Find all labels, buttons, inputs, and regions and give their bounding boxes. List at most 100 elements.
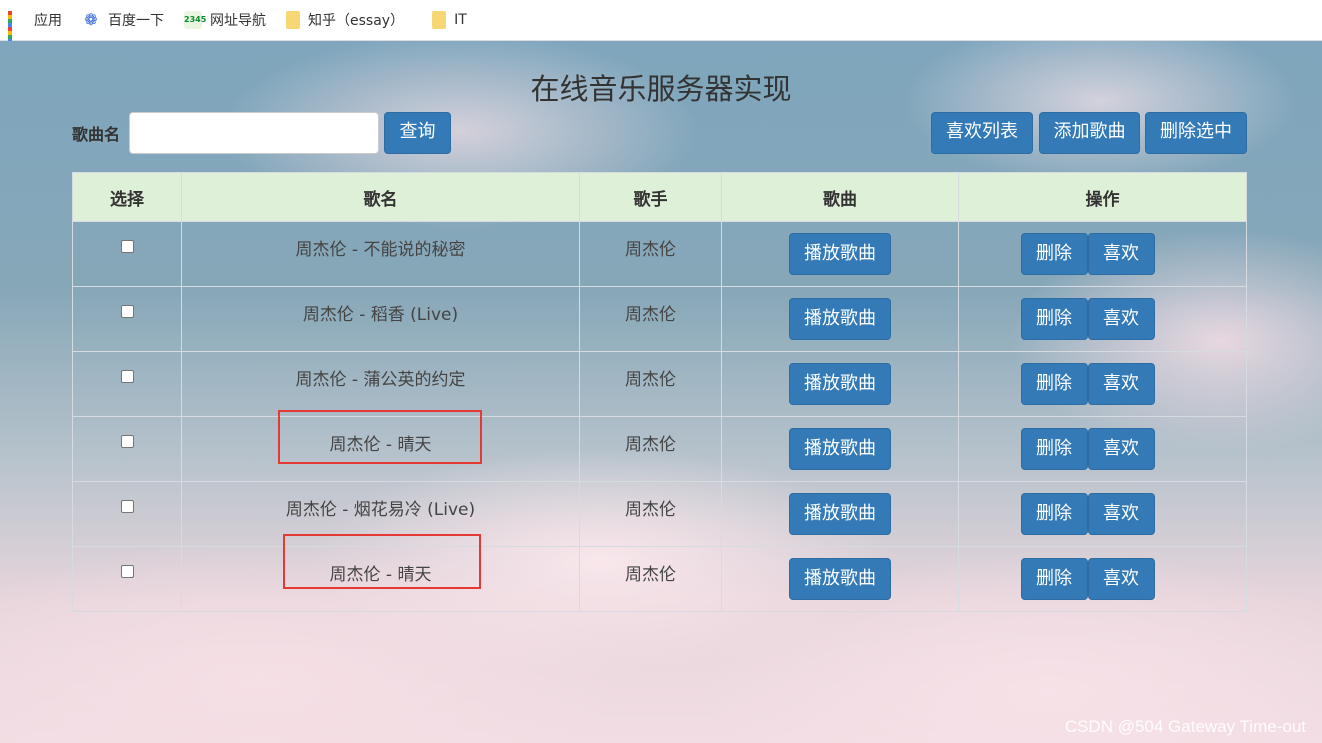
row-checkbox[interactable] bbox=[120, 435, 134, 448]
play-song-button[interactable]: 播放歌曲 bbox=[789, 558, 891, 600]
title-cell: 周杰伦 - 蒲公英的约定 bbox=[181, 351, 580, 417]
actions-cell: 删除 喜欢 bbox=[958, 481, 1247, 547]
table-row: 周杰伦 - 晴天 周杰伦 播放歌曲 删除 喜欢 bbox=[72, 546, 1247, 612]
bookmark-it[interactable]: IT bbox=[432, 11, 467, 29]
actions-cell: 删除 喜欢 bbox=[958, 286, 1247, 352]
bookmark-baidu[interactable]: ❁ 百度一下 bbox=[82, 10, 164, 30]
table-row: 周杰伦 - 烟花易冷 (Live) 周杰伦 播放歌曲 删除 喜欢 bbox=[72, 481, 1247, 547]
singer-cell: 周杰伦 bbox=[579, 481, 722, 547]
song-title: 周杰伦 - 稻香 (Live) bbox=[302, 305, 459, 325]
select-cell bbox=[72, 546, 182, 612]
bookmark-label: IT bbox=[454, 12, 467, 28]
like-button[interactable]: 喜欢 bbox=[1087, 493, 1155, 535]
watermark: CSDN @504 Gateway Time-out bbox=[1064, 717, 1306, 736]
singer-name: 周杰伦 bbox=[625, 370, 676, 390]
table-row: 周杰伦 - 蒲公英的约定 周杰伦 播放歌曲 删除 喜欢 bbox=[72, 351, 1247, 417]
song-title: 周杰伦 - 晴天 bbox=[329, 435, 432, 455]
song-cell: 播放歌曲 bbox=[721, 286, 959, 352]
singer-cell: 周杰伦 bbox=[579, 286, 722, 352]
like-button[interactable]: 喜欢 bbox=[1087, 428, 1155, 470]
singer-cell: 周杰伦 bbox=[579, 416, 722, 482]
delete-button[interactable]: 删除 bbox=[1020, 363, 1088, 405]
baidu-paw-icon: ❁ bbox=[84, 10, 98, 29]
song-title: 周杰伦 - 蒲公英的约定 bbox=[295, 370, 466, 390]
delete-selected-button[interactable]: 删除选中 bbox=[1145, 112, 1247, 154]
add-song-button[interactable]: 添加歌曲 bbox=[1039, 112, 1140, 154]
apps-grid-icon bbox=[8, 11, 26, 47]
song-title: 周杰伦 - 晴天 bbox=[329, 565, 432, 585]
header-select: 选择 bbox=[72, 172, 182, 222]
song-cell: 播放歌曲 bbox=[721, 546, 959, 612]
title-cell: 周杰伦 - 不能说的秘密 bbox=[181, 221, 580, 287]
delete-button[interactable]: 删除 bbox=[1020, 428, 1088, 470]
actions-cell: 删除 喜欢 bbox=[958, 351, 1247, 417]
table-row: 周杰伦 - 晴天 周杰伦 播放歌曲 删除 喜欢 bbox=[72, 416, 1247, 482]
select-cell bbox=[72, 221, 182, 287]
bookmark-label: 知乎（essay） bbox=[308, 13, 405, 29]
bookmark-label: 网址导航 bbox=[210, 13, 266, 29]
row-checkbox[interactable] bbox=[120, 565, 134, 578]
singer-name: 周杰伦 bbox=[625, 500, 676, 520]
singer-name: 周杰伦 bbox=[625, 240, 676, 260]
singer-cell: 周杰伦 bbox=[579, 351, 722, 417]
select-cell bbox=[72, 286, 182, 352]
play-song-button[interactable]: 播放歌曲 bbox=[789, 363, 891, 405]
singer-name: 周杰伦 bbox=[625, 305, 676, 325]
like-button[interactable]: 喜欢 bbox=[1087, 298, 1155, 340]
song-title: 周杰伦 - 不能说的秘密 bbox=[295, 240, 466, 260]
title-cell: 周杰伦 - 稻香 (Live) bbox=[181, 286, 580, 352]
singer-name: 周杰伦 bbox=[625, 435, 676, 455]
header-title: 歌名 bbox=[181, 172, 580, 222]
table-header-row: 选择 歌名 歌手 歌曲 操作 bbox=[72, 172, 1247, 222]
select-cell bbox=[72, 416, 182, 482]
header-actions: 操作 bbox=[958, 172, 1247, 222]
row-checkbox[interactable] bbox=[120, 500, 134, 513]
play-song-button[interactable]: 播放歌曲 bbox=[789, 298, 891, 340]
title-cell: 周杰伦 - 晴天 bbox=[181, 416, 580, 482]
row-checkbox[interactable] bbox=[120, 370, 134, 383]
play-song-button[interactable]: 播放歌曲 bbox=[789, 233, 891, 275]
header-singer: 歌手 bbox=[579, 172, 722, 222]
song-cell: 播放歌曲 bbox=[721, 221, 959, 287]
title-cell: 周杰伦 - 烟花易冷 (Live) bbox=[181, 481, 580, 547]
song-name-input[interactable] bbox=[129, 112, 379, 154]
actions-cell: 删除 喜欢 bbox=[958, 416, 1247, 482]
folder-icon bbox=[286, 11, 300, 29]
title-cell: 周杰伦 - 晴天 bbox=[181, 546, 580, 612]
row-checkbox[interactable] bbox=[120, 240, 134, 253]
search-label: 歌曲名 bbox=[72, 125, 121, 144]
favorites-list-button[interactable]: 喜欢列表 bbox=[931, 112, 1033, 154]
folder-icon bbox=[432, 11, 447, 29]
row-checkbox[interactable] bbox=[120, 305, 134, 318]
bookmarks-bar: 应用 ❁ 百度一下 2345 网址导航 知乎（essay） IT bbox=[0, 0, 1322, 47]
singer-cell: 周杰伦 bbox=[579, 546, 722, 612]
song-cell: 播放歌曲 bbox=[721, 416, 959, 482]
delete-button[interactable]: 删除 bbox=[1020, 233, 1088, 275]
like-button[interactable]: 喜欢 bbox=[1087, 363, 1155, 405]
song-cell: 播放歌曲 bbox=[721, 351, 959, 417]
select-cell bbox=[72, 481, 182, 547]
table-row: 周杰伦 - 稻香 (Live) 周杰伦 播放歌曲 删除 喜欢 bbox=[72, 286, 1247, 352]
play-song-button[interactable]: 播放歌曲 bbox=[789, 493, 891, 535]
delete-button[interactable]: 删除 bbox=[1020, 558, 1088, 600]
nav-2345-icon: 2345 bbox=[184, 11, 206, 29]
page-content: 在线音乐服务器实现 歌曲名 查询 喜欢列表 添加歌曲 删除选中 选择 歌名 歌手… bbox=[0, 41, 1322, 743]
bookmark-zhihu[interactable]: 知乎（essay） bbox=[286, 10, 404, 30]
bookmark-nav[interactable]: 2345 网址导航 bbox=[184, 10, 266, 30]
song-cell: 播放歌曲 bbox=[721, 481, 959, 547]
bookmark-label: 百度一下 bbox=[108, 13, 164, 29]
song-title: 周杰伦 - 烟花易冷 (Live) bbox=[285, 500, 476, 520]
songs-table: 选择 歌名 歌手 歌曲 操作 周杰伦 - 不能说的秘密 周杰伦 播放歌曲 删除喜… bbox=[72, 172, 1247, 612]
like-button[interactable]: 喜欢 bbox=[1087, 233, 1155, 275]
query-button[interactable]: 查询 bbox=[384, 112, 451, 154]
delete-button[interactable]: 删除 bbox=[1020, 298, 1088, 340]
singer-cell: 周杰伦 bbox=[579, 221, 722, 287]
page-title: 在线音乐服务器实现 bbox=[530, 72, 792, 106]
header-song: 歌曲 bbox=[721, 172, 959, 222]
delete-button[interactable]: 删除 bbox=[1020, 493, 1088, 535]
bookmark-apps[interactable]: 应用 bbox=[8, 10, 62, 47]
select-cell bbox=[72, 351, 182, 417]
like-button[interactable]: 喜欢 bbox=[1087, 558, 1155, 600]
play-song-button[interactable]: 播放歌曲 bbox=[789, 428, 891, 470]
bookmark-label: 应用 bbox=[34, 13, 62, 29]
